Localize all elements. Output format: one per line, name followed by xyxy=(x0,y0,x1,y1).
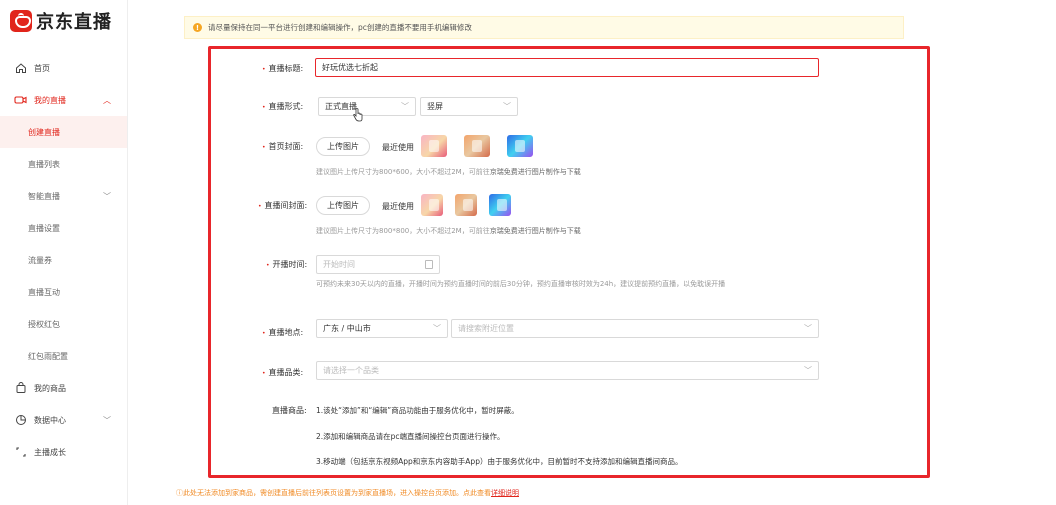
sidebar-item-live-list[interactable]: 直播列表 xyxy=(0,148,127,180)
room-cover-label: • 直播间封面: xyxy=(258,201,308,210)
sidebar-item-smart-live[interactable]: 智能直播 ﹀ xyxy=(0,180,127,212)
cover-label: • 首页封面: xyxy=(262,142,304,151)
image-tool-link[interactable]: 京瑞免费进行图片制作与下载 xyxy=(490,168,581,176)
sidebar-item-label: 直播设置 xyxy=(28,223,60,233)
orientation-select[interactable]: 竖屏 ﹀ xyxy=(420,97,518,116)
sidebar-item-redpacket-rain[interactable]: 红包雨配置 xyxy=(0,340,127,372)
sidebar-item-label: 我的商品 xyxy=(34,383,66,393)
chevron-down-icon: ﹀ xyxy=(401,102,409,111)
recent-room-cover-thumbnail[interactable] xyxy=(455,194,477,216)
required-dot: • xyxy=(266,262,270,269)
sidebar-item-label: 流量券 xyxy=(28,255,52,265)
thumbnail-figure xyxy=(515,140,525,152)
sidebar-item-home[interactable]: 首页 xyxy=(0,52,127,84)
chevron-down-icon: ﹀ xyxy=(804,324,812,333)
goods-label: 直播商品: xyxy=(272,406,307,415)
required-dot: • xyxy=(262,330,266,337)
required-dot: • xyxy=(258,203,262,210)
sidebar-item-my-goods[interactable]: 我的商品 xyxy=(0,372,127,404)
recent-room-cover-thumbnail[interactable] xyxy=(421,194,443,216)
sidebar-item-label: 智能直播 xyxy=(28,191,60,201)
sidebar-item-anchor-growth[interactable]: 主播成长 xyxy=(0,436,127,468)
recent-room-cover-thumbnail[interactable] xyxy=(489,194,511,216)
image-tool-link[interactable]: 京瑞免费进行图片制作与下载 xyxy=(490,227,581,235)
recent-cover-thumbnail[interactable] xyxy=(507,135,533,157)
sidebar-item-my-live[interactable]: 我的直播 ︿ xyxy=(0,84,127,116)
sidebar-item-label: 直播列表 xyxy=(28,159,60,169)
chevron-down-icon: ﹀ xyxy=(433,324,441,333)
sidebar-item-label: 授权红包 xyxy=(28,319,60,329)
logo[interactable]: 京东直播 xyxy=(10,8,112,34)
room-cover-hint: 建议图片上传尺寸为800*800，大小不超过2M，可前往京瑞免费进行图片制作与下… xyxy=(316,227,581,235)
notice-bar: ! 请尽量保持在同一平台进行创建和编辑操作，pc创建的直播不要用手机编辑修改 xyxy=(184,16,904,39)
goods-note-1: 1.该处“添加”和“编辑”商品功能由于服务优化中，暂时屏蔽。 xyxy=(316,406,519,415)
notice-text: 请尽量保持在同一平台进行创建和编辑操作，pc创建的直播不要用手机编辑修改 xyxy=(208,23,472,32)
details-link[interactable]: 详细说明 xyxy=(491,489,519,497)
required-dot: • xyxy=(262,66,266,73)
pie-chart-icon xyxy=(14,414,27,427)
growth-icon xyxy=(14,446,27,459)
title-label: • 直播标题: xyxy=(262,64,304,73)
chevron-down-icon: ﹀ xyxy=(503,102,511,111)
start-time-hint: 可预约未来30天以内的直播，开播时间为预约直播时间的前后30分钟，预约直播审核时… xyxy=(316,280,726,288)
required-dot: • xyxy=(262,104,266,111)
hand-cursor-icon xyxy=(353,108,363,122)
thumbnail-figure xyxy=(472,140,482,152)
sidebar-item-data-center[interactable]: 数据中心 ﹀ xyxy=(0,404,127,436)
category-select[interactable]: 请选择一个品类 ﹀ xyxy=(316,361,819,380)
title-input[interactable]: 好玩优选七折起 xyxy=(315,58,819,77)
sidebar-item-label: 直播互动 xyxy=(28,287,60,297)
chevron-up-icon: ︿ xyxy=(103,95,111,105)
shopping-bag-icon xyxy=(14,382,27,395)
home-icon xyxy=(14,62,27,75)
location-region-select[interactable]: 广东 / 中山市 ﹀ xyxy=(316,319,448,338)
warning-icon: ! xyxy=(193,23,202,32)
sidebar-item-label: 主播成长 xyxy=(34,447,66,457)
sidebar-item-label: 首页 xyxy=(34,63,50,73)
goods-note-3: 3.移动端（包括京东视频App和京东内容助手App）由于服务优化中，目前暂时不支… xyxy=(316,457,683,466)
goods-note-2: 2.添加和编辑商品请在pc端直播间操控台页面进行操作。 xyxy=(316,432,505,441)
jd-logo-icon xyxy=(10,10,32,32)
sidebar-item-label: 创建直播 xyxy=(28,127,60,137)
logo-text: 京东直播 xyxy=(36,12,112,33)
location-label: • 直播地点: xyxy=(262,328,304,337)
sidebar-item-label: 我的直播 xyxy=(34,95,66,105)
sidebar: 京东直播 首页 我的直播 ︿ 创建直播 直播列表 智能直播 ﹀ 直播设置 流量券… xyxy=(0,0,128,505)
start-time-picker[interactable]: 开始时间 xyxy=(316,255,440,274)
form-type-select[interactable]: 正式直播 ﹀ xyxy=(318,97,416,116)
bottom-note: ⓘ此处无法添加到家商品，需创建直播后前往列表页设置为到家直播场，进入操控台页添加… xyxy=(176,489,519,497)
sidebar-item-auth-redpacket[interactable]: 授权红包 xyxy=(0,308,127,340)
thumbnail-figure xyxy=(429,199,439,211)
cover-hint: 建议图片上传尺寸为800*600，大小不超过2M，可前往京瑞免费进行图片制作与下… xyxy=(316,168,581,176)
form-type-label: • 直播形式: xyxy=(262,102,304,111)
thumbnail-figure xyxy=(463,199,473,211)
video-camera-icon xyxy=(14,94,27,107)
required-dot: • xyxy=(262,144,266,151)
start-time-label: • 开播时间: xyxy=(266,260,308,269)
calendar-icon xyxy=(425,260,433,269)
chevron-down-icon: ﹀ xyxy=(804,366,812,375)
sidebar-item-traffic-coupon[interactable]: 流量券 xyxy=(0,244,127,276)
sidebar-item-live-settings[interactable]: 直播设置 xyxy=(0,212,127,244)
recent-cover-thumbnail[interactable] xyxy=(464,135,490,157)
category-label: • 直播品类: xyxy=(262,368,304,377)
chevron-down-icon: ﹀ xyxy=(103,415,111,425)
sidebar-item-label: 数据中心 xyxy=(34,415,66,425)
required-dot: • xyxy=(262,370,266,377)
sidebar-nav: 首页 我的直播 ︿ 创建直播 直播列表 智能直播 ﹀ 直播设置 流量券 直播互动 xyxy=(0,52,127,468)
sidebar-item-live-interaction[interactable]: 直播互动 xyxy=(0,276,127,308)
sidebar-item-create-live[interactable]: 创建直播 xyxy=(0,116,127,148)
thumbnail-figure xyxy=(429,140,439,152)
recent-cover-thumbnail[interactable] xyxy=(421,135,447,157)
room-cover-upload-button[interactable]: 上传图片 xyxy=(316,196,370,215)
cover-recent-label: 最近使用 xyxy=(382,143,414,152)
room-cover-recent-label: 最近使用 xyxy=(382,202,414,211)
chevron-down-icon: ﹀ xyxy=(103,191,111,201)
thumbnail-figure xyxy=(497,199,507,211)
cover-upload-button[interactable]: 上传图片 xyxy=(316,137,370,156)
location-search-select[interactable]: 请搜索附近位置 ﹀ xyxy=(451,319,819,338)
sidebar-item-label: 红包雨配置 xyxy=(28,351,68,361)
